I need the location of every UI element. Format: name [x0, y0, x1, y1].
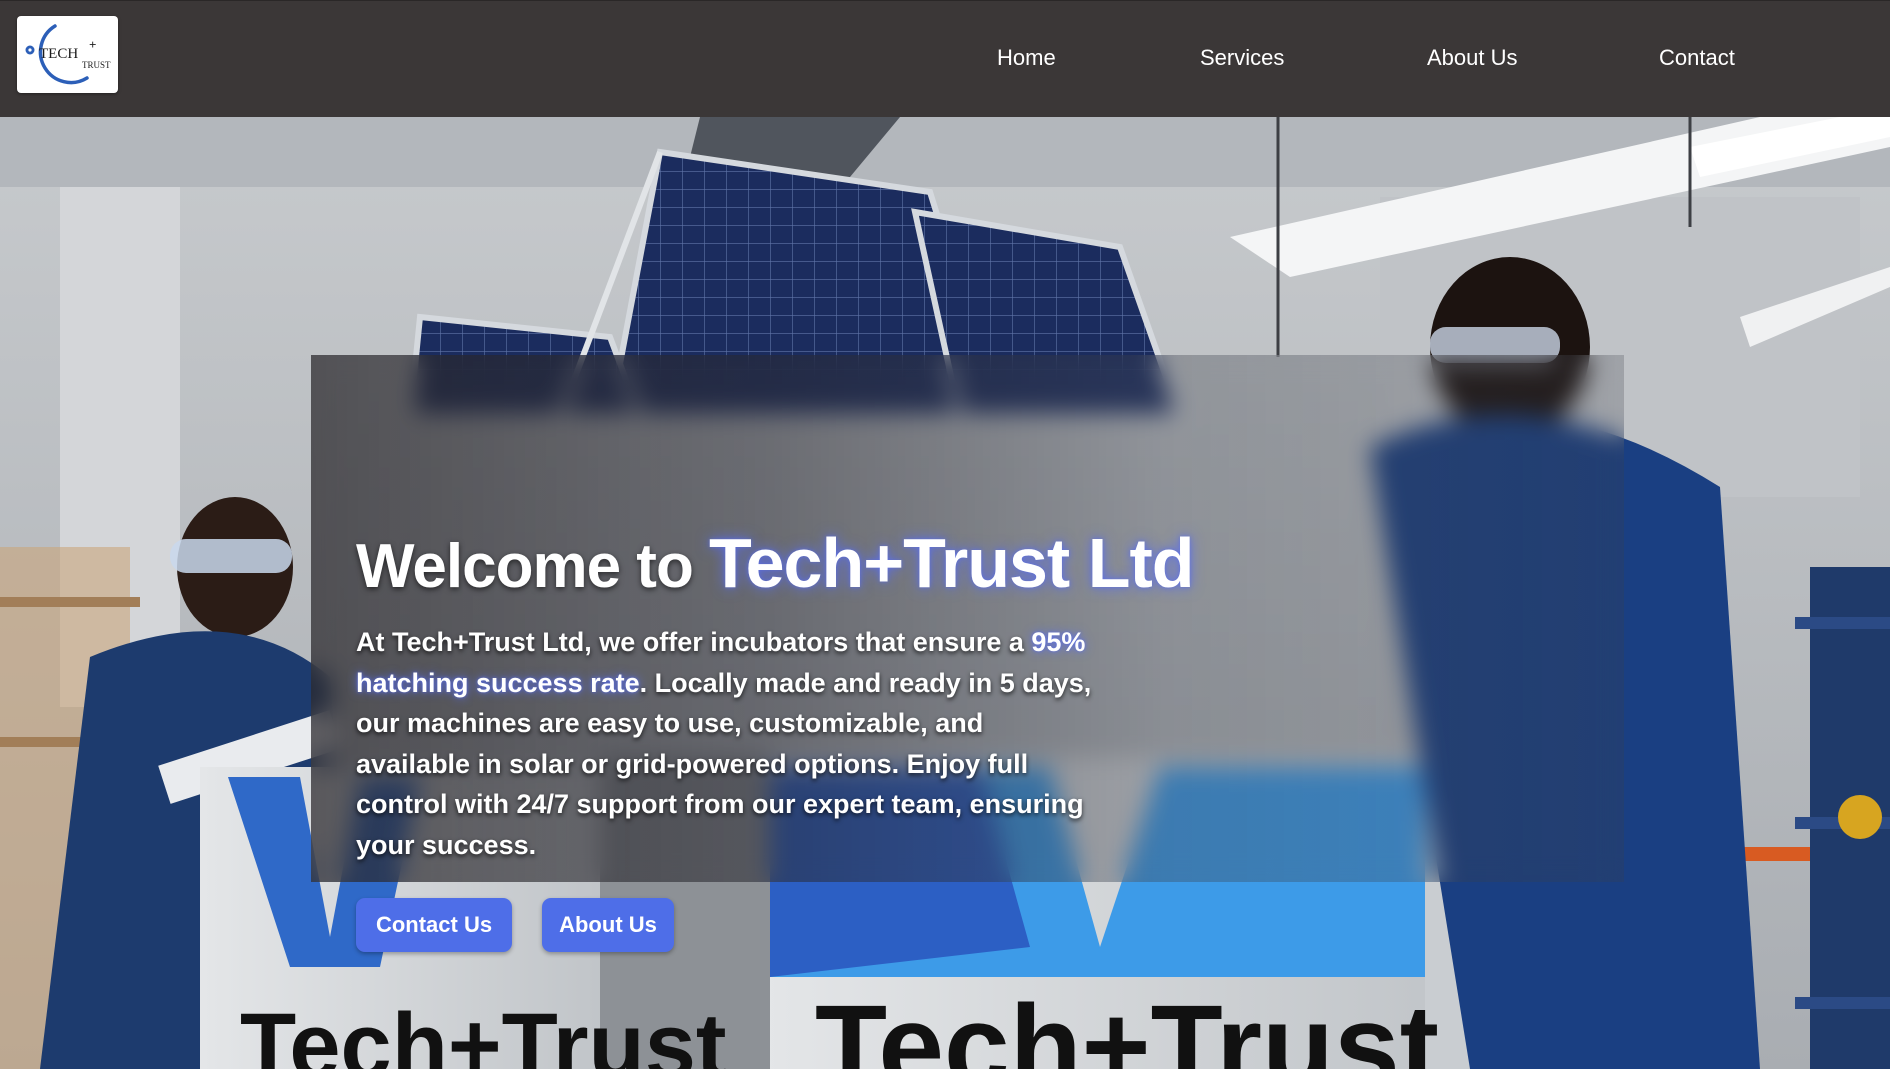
background-sign-left: Tech+Trust — [240, 995, 727, 1069]
nav-link-contact[interactable]: Contact — [1659, 45, 1735, 71]
hero-title: Welcome to Tech+Trust Ltd — [356, 523, 1195, 603]
hero-description: At Tech+Trust Ltd, we offer incubators t… — [356, 622, 1096, 865]
hero-section: Tech+Trust Tech+Trust Welcome to Tech+Tr… — [0, 117, 1890, 1069]
hero-title-brand: Tech+Trust Ltd — [709, 524, 1194, 602]
nav-link-home[interactable]: Home — [997, 45, 1056, 71]
hero-description-intro: At Tech+Trust Ltd, we offer incubators t… — [356, 627, 1032, 657]
about-us-button[interactable]: About Us — [542, 898, 674, 952]
contact-us-button[interactable]: Contact Us — [356, 898, 512, 952]
hero-title-prefix: Welcome to — [356, 532, 710, 601]
nav-link-about-us[interactable]: About Us — [1427, 45, 1518, 71]
nav-link-services[interactable]: Services — [1200, 45, 1284, 71]
background-sign-right: Tech+Trust — [815, 981, 1439, 1069]
main-nav: Home Services About Us Contact — [0, 1, 1890, 118]
site-header: TECH + TRUST Home Services About Us Cont… — [0, 0, 1890, 117]
